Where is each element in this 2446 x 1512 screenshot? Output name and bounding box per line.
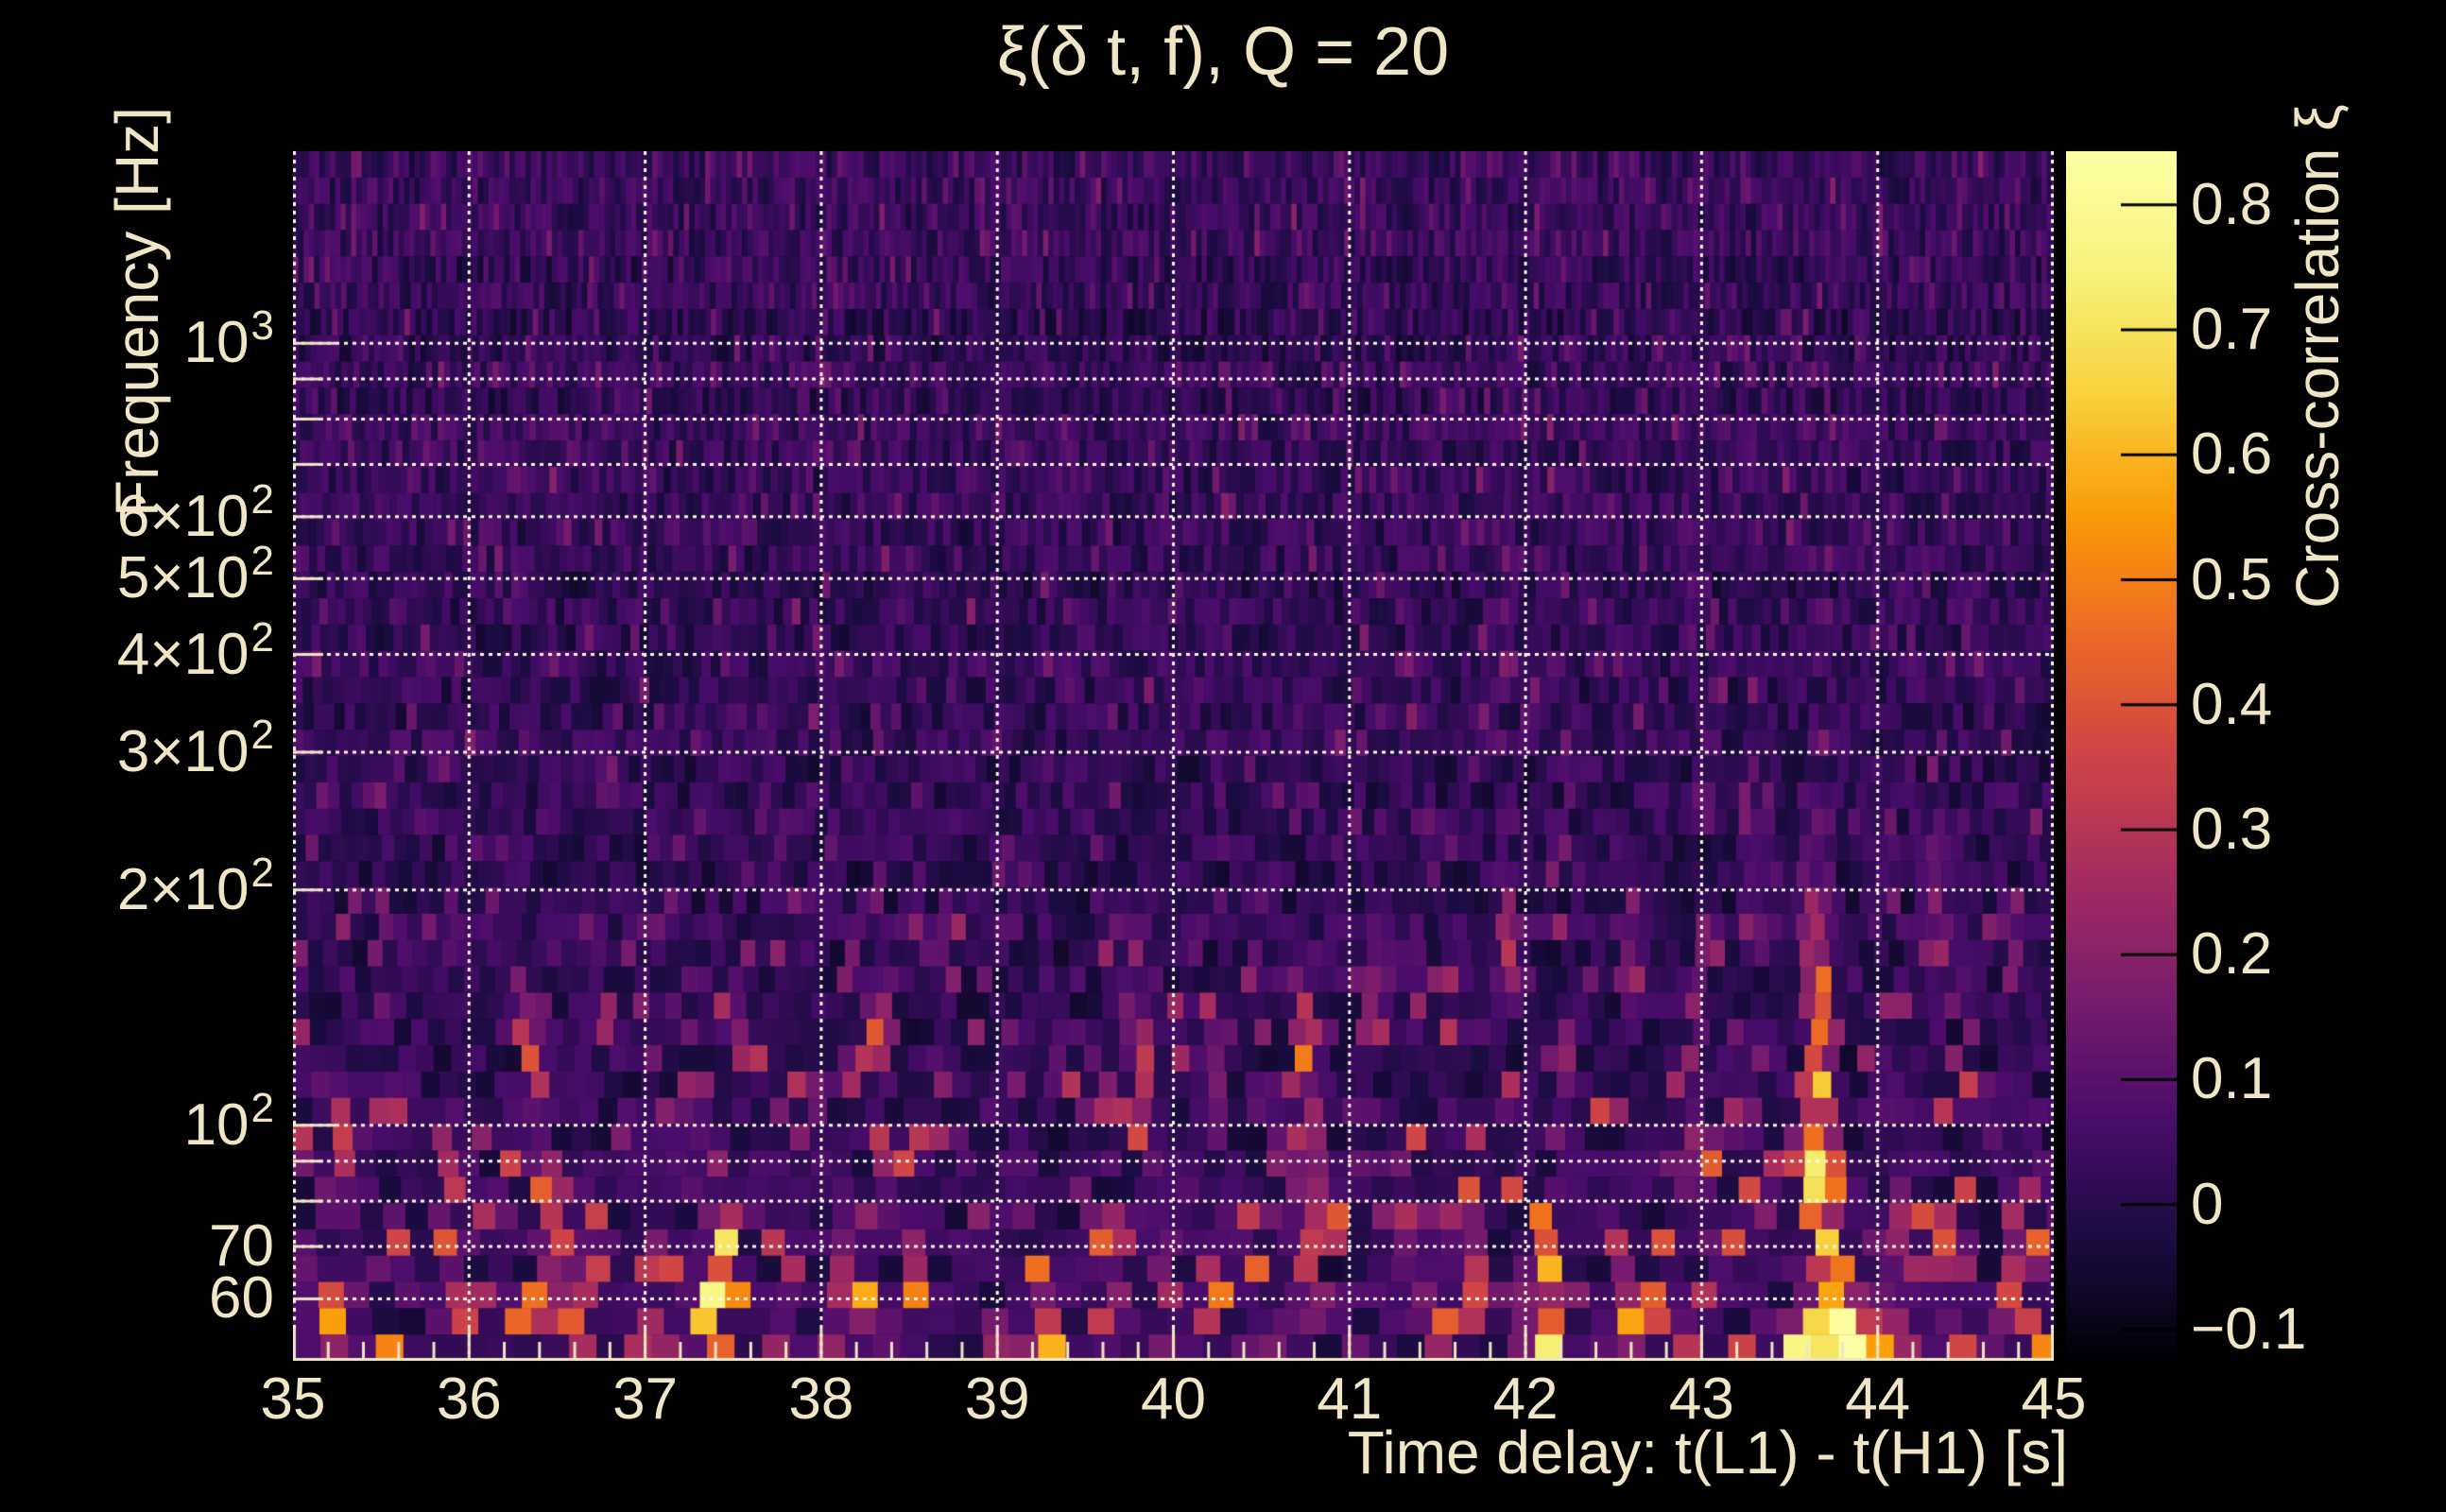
- x-tick-label: 39: [965, 1370, 1030, 1429]
- colorbar-tick-label: 0.1: [2191, 1050, 2272, 1108]
- x-tick-label: 38: [788, 1370, 853, 1429]
- y-tick-label: 2×102: [117, 861, 274, 919]
- x-tick-label: 36: [437, 1370, 502, 1429]
- x-tick-label: 41: [1317, 1370, 1382, 1429]
- y-tick-label: 4×102: [117, 626, 274, 684]
- colorbar-tick-label: −0.1: [2191, 1300, 2306, 1359]
- plot-title: ξ(δ t, f), Q = 20: [0, 15, 2446, 90]
- x-tick-label: 40: [1141, 1370, 1206, 1429]
- x-tick-label: 37: [612, 1370, 678, 1429]
- y-tick-label: 5×102: [117, 549, 274, 608]
- colorbar-tick-label: 0: [2191, 1176, 2223, 1234]
- colorbar-tick-label: 0.6: [2191, 425, 2272, 484]
- y-tick-label: 3×102: [117, 723, 274, 782]
- spectrogram-heatmap: [293, 151, 2054, 1361]
- figure-canvas: ξ(δ t, f), Q = 20 Time delay: t(L1) - t(…: [0, 0, 2446, 1512]
- y-tick-label: 103: [184, 314, 274, 372]
- colorbar-tick-label: 0.5: [2191, 551, 2272, 610]
- y-tick-label: 60: [209, 1269, 274, 1328]
- colorbar-title: Cross-correlation ξ: [2287, 104, 2348, 609]
- x-tick-label: 45: [2022, 1370, 2087, 1429]
- colorbar-tick-label: 0.8: [2191, 176, 2272, 234]
- colorbar-tick-label: 0.3: [2191, 800, 2272, 859]
- y-axis-title: Frequency [Hz]: [107, 107, 167, 517]
- x-tick-label: 43: [1669, 1370, 1734, 1429]
- colorbar-gradient: [2066, 151, 2177, 1361]
- x-tick-label: 42: [1493, 1370, 1559, 1429]
- x-tick-label: 35: [261, 1370, 326, 1429]
- y-tick-label: 102: [184, 1096, 274, 1155]
- colorbar-tick-label: 0.7: [2191, 301, 2272, 359]
- x-tick-label: 44: [1845, 1370, 1910, 1429]
- colorbar-tick-label: 0.2: [2191, 925, 2272, 984]
- colorbar-tick-label: 0.4: [2191, 676, 2272, 734]
